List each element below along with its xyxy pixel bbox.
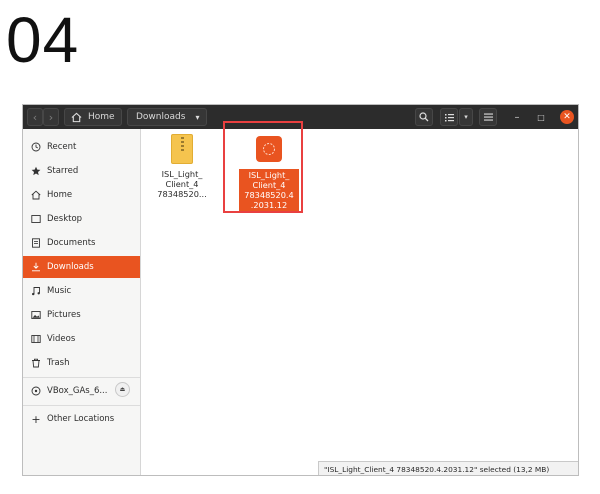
maximize-button[interactable]: □ — [533, 108, 549, 126]
step-number: 04 — [6, 4, 80, 76]
home-icon — [31, 190, 41, 200]
sidebar-item-label: Trash — [47, 358, 70, 368]
sidebar: Recent Starred Home Desktop Documents Do… — [23, 129, 141, 475]
file-name-line: ISL_Light_ — [161, 169, 203, 179]
sidebar-item-downloads[interactable]: Downloads — [23, 256, 140, 278]
desktop-icon — [31, 214, 41, 224]
sidebar-item-label: Other Locations — [47, 414, 115, 424]
document-icon — [31, 238, 41, 248]
forward-button[interactable]: › — [43, 108, 59, 126]
chevron-right-icon: › — [48, 110, 54, 124]
sidebar-item-label: Documents — [47, 238, 96, 248]
sidebar-item-pictures[interactable]: Pictures — [23, 304, 140, 326]
sidebar-item-trash[interactable]: Trash — [23, 352, 140, 374]
sidebar-divider — [23, 377, 140, 378]
clock-icon — [31, 142, 41, 152]
file-item-archive[interactable]: ISL_Light_ Client_4 78348520... — [153, 134, 211, 199]
disc-icon — [31, 386, 41, 396]
close-icon: ✕ — [563, 112, 571, 122]
sidebar-item-label: Home — [47, 190, 73, 200]
chevron-left-icon: ‹ — [32, 110, 38, 124]
maximize-icon: □ — [537, 112, 545, 122]
sidebar-item-label: Music — [47, 286, 72, 296]
main-menu-button[interactable] — [479, 108, 497, 126]
chevron-down-icon: ▾ — [464, 113, 468, 121]
sidebar-item-documents[interactable]: Documents — [23, 232, 140, 254]
view-toggle-button[interactable] — [440, 108, 458, 126]
video-icon — [31, 334, 41, 344]
breadcrumb-downloads-label: Downloads — [136, 112, 186, 122]
music-icon — [31, 286, 41, 296]
sidebar-divider — [23, 405, 140, 406]
sidebar-item-home[interactable]: Home — [23, 184, 140, 206]
picture-icon — [31, 310, 41, 320]
sidebar-item-label: Recent — [47, 142, 77, 152]
sidebar-item-label: Videos — [47, 334, 76, 344]
file-name-line: Client_4 — [165, 179, 199, 189]
list-view-icon — [444, 113, 454, 121]
view-options-button[interactable]: ▾ — [459, 108, 473, 126]
status-bar: "ISL_Light_Client_4 78348520.4.2031.12" … — [318, 461, 578, 475]
plus-icon: + — [31, 412, 41, 426]
trash-icon — [31, 358, 41, 368]
sidebar-item-label: VBox_GAs_6... — [47, 386, 108, 396]
selection-highlight-box — [223, 121, 303, 213]
file-name-line: 78348520... — [157, 189, 207, 199]
back-button[interactable]: ‹ — [27, 108, 43, 126]
sidebar-item-videos[interactable]: Videos — [23, 328, 140, 350]
sidebar-item-label: Starred — [47, 166, 79, 176]
sidebar-item-other-locations[interactable]: + Other Locations — [23, 408, 140, 430]
eject-button[interactable]: ⏏ — [115, 382, 130, 397]
star-icon — [31, 166, 41, 176]
close-button[interactable]: ✕ — [560, 110, 574, 124]
sidebar-item-desktop[interactable]: Desktop — [23, 208, 140, 230]
minimize-button[interactable]: – — [509, 108, 525, 126]
sidebar-item-device[interactable]: VBox_GAs_6... ⏏ — [23, 380, 140, 402]
breadcrumb-home[interactable]: Home — [64, 108, 122, 126]
home-icon — [71, 112, 82, 122]
search-button[interactable] — [415, 108, 433, 126]
minimize-icon: – — [514, 111, 520, 123]
sidebar-item-label: Pictures — [47, 310, 81, 320]
archive-icon — [171, 134, 193, 164]
sidebar-item-recent[interactable]: Recent — [23, 136, 140, 158]
search-icon — [419, 112, 429, 122]
sidebar-item-label: Downloads — [47, 262, 94, 272]
eject-icon: ⏏ — [119, 386, 126, 393]
sidebar-item-starred[interactable]: Starred — [23, 160, 140, 182]
file-view: ISL_Light_ Client_4 78348520... ISL_Ligh… — [141, 129, 578, 475]
file-name: ISL_Light_ Client_4 78348520... — [153, 169, 211, 199]
breadcrumb-downloads[interactable]: Downloads ▾ — [127, 108, 207, 126]
sidebar-item-music[interactable]: Music — [23, 280, 140, 302]
sidebar-item-label: Desktop — [47, 214, 83, 224]
chevron-down-icon: ▾ — [195, 112, 200, 122]
breadcrumb-home-label: Home — [88, 112, 115, 122]
download-icon — [31, 262, 41, 272]
hamburger-menu-icon — [483, 113, 493, 121]
